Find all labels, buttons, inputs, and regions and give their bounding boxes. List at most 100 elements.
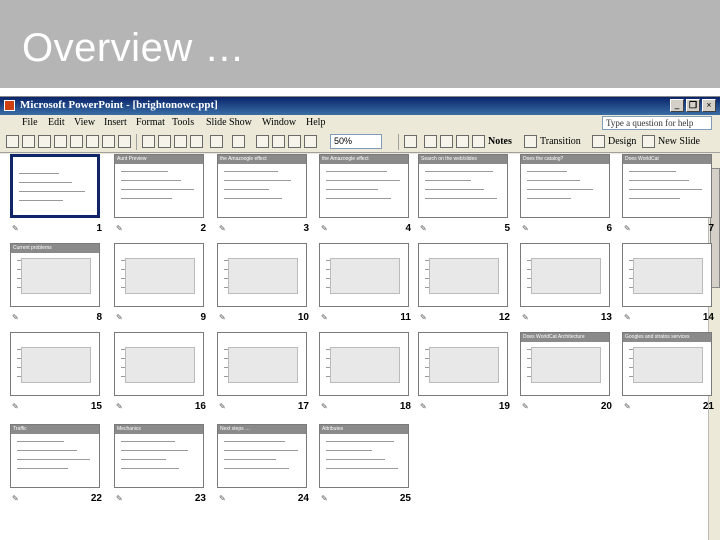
hide-slide-icon[interactable] [440,135,453,148]
slide-number: 12 [498,312,510,323]
thumbnail-screenshot [330,347,400,383]
slide-thumbnail[interactable] [217,332,307,396]
slide-number: 8 [96,312,102,323]
permission-icon[interactable] [54,135,67,148]
slide-thumbnail[interactable]: Googles and stratos services [622,332,712,396]
thumbnail-screenshot [125,347,195,383]
paste-icon[interactable] [174,135,187,148]
menu-slide-show[interactable]: Slide Show [206,117,252,128]
print-preview-icon[interactable] [102,135,115,148]
window-title: Microsoft PowerPoint - [brightonowc.ppt] [20,99,218,111]
transition-icon: ✎ [321,402,328,411]
transition-icon: ✎ [12,494,19,503]
slide-thumbnail[interactable] [418,243,508,307]
slide-thumbnail[interactable]: the Amazoogle effect [319,154,409,218]
thumbnail-title: Search on the web/slides [419,155,507,164]
zoom-select[interactable]: 50% [330,134,382,149]
design-button[interactable]: Design [608,136,636,147]
window-titlebar[interactable]: Microsoft PowerPoint - [brightonowc.ppt]… [0,97,720,115]
slide-thumbnail[interactable] [319,243,409,307]
slide-thumbnail[interactable] [622,243,712,307]
slide-number: 17 [297,401,309,412]
slide-number: 13 [600,312,612,323]
save-icon[interactable] [38,135,51,148]
design-icon [592,135,605,148]
slide-thumbnail[interactable]: Current problems [10,243,100,307]
slide-thumbnail[interactable] [114,243,204,307]
transition-icon: ✎ [116,494,123,503]
slide-sorter-pane: ✎ 1 Aunt Preview ✎ 2 the Amazoogle effect ✎ 3 th… [0,154,720,540]
new-slide-button[interactable]: New Slide [658,136,700,147]
thumbnail-title: Next steps … [218,425,306,434]
menu-tools[interactable]: Tools [172,117,194,128]
slide-thumbnail[interactable]: the Amazoogle effect [217,154,307,218]
email-icon[interactable] [70,135,83,148]
slide-thumbnail[interactable]: Does the catalog? [520,154,610,218]
transition-icon: ✎ [624,402,631,411]
slide-thumbnail[interactable] [520,243,610,307]
transition-icon: ✎ [321,313,328,322]
slide-thumbnail[interactable] [10,154,100,218]
slide-thumbnail[interactable]: Aunt Preview [114,154,204,218]
slide-thumbnail[interactable]: Traffic [10,424,100,488]
cut-icon[interactable] [142,135,155,148]
open-icon[interactable] [22,135,35,148]
help-icon[interactable] [404,135,417,148]
slide-thumbnail[interactable] [418,332,508,396]
notes-button[interactable]: Notes [488,136,512,147]
slide-number: 15 [90,401,102,412]
new-icon[interactable] [6,135,19,148]
menu-help[interactable]: Help [306,117,325,128]
menu-insert[interactable]: Insert [104,117,127,128]
menu-edit[interactable]: Edit [48,117,65,128]
slide-thumbnail[interactable]: Mechanics [114,424,204,488]
slide-thumbnail[interactable]: Does WorldCat [622,154,712,218]
slide-number: 22 [90,493,102,504]
spelling-icon[interactable] [118,135,131,148]
slide-thumbnail[interactable]: Attributes [319,424,409,488]
close-button[interactable]: × [702,99,716,112]
table-icon[interactable] [272,135,285,148]
slide-number: 2 [200,223,206,234]
menu-format[interactable]: Format [136,117,165,128]
restore-button[interactable]: ❐ [686,99,700,112]
slide-title: Overview … [22,26,245,70]
transition-icon: ✎ [12,313,19,322]
slide-thumbnail[interactable]: Next steps … [217,424,307,488]
slide-thumbnail[interactable] [114,332,204,396]
thumbnail-title: Does the catalog? [521,155,609,164]
menu-file[interactable]: File [22,117,38,128]
redo-icon[interactable] [232,135,245,148]
thumbnail-screenshot [633,347,703,383]
format-painter-icon[interactable] [190,135,203,148]
slide-thumbnail[interactable] [319,332,409,396]
transition-icon: ✎ [219,313,226,322]
minimize-button[interactable]: _ [670,99,684,112]
slide-view-icon[interactable] [424,135,437,148]
thumbnail-screenshot [429,347,499,383]
grid-icon[interactable] [288,135,301,148]
undo-icon[interactable] [210,135,223,148]
slide-number: 6 [606,223,612,234]
slide-thumbnail[interactable] [10,332,100,396]
thumbnail-title: Traffic [11,425,99,434]
slide-thumbnail[interactable] [217,243,307,307]
slide-thumbnail[interactable]: Search on the web/slides [418,154,508,218]
transition-icon: ✎ [624,313,631,322]
thumbnail-screenshot [228,258,298,294]
thumbnail-screenshot [330,258,400,294]
summary-slide-icon[interactable] [456,135,469,148]
thumbnail-title: Attributes [320,425,408,434]
chart-icon[interactable] [256,135,269,148]
color-icon[interactable] [304,135,317,148]
menu-window[interactable]: Window [262,117,296,128]
help-search-input[interactable]: Type a question for help [602,116,712,130]
print-icon[interactable] [86,135,99,148]
slide-number: 24 [297,493,309,504]
slide-page: Overview … Microsoft PowerPoint - [brigh… [0,0,720,540]
slide-thumbnail[interactable]: Does WorldCat Architecture [520,332,610,396]
copy-icon[interactable] [158,135,171,148]
menu-view[interactable]: View [74,117,95,128]
thumbnail-title: Does WorldCat [623,155,711,164]
transition-button[interactable]: Transition [540,136,581,147]
